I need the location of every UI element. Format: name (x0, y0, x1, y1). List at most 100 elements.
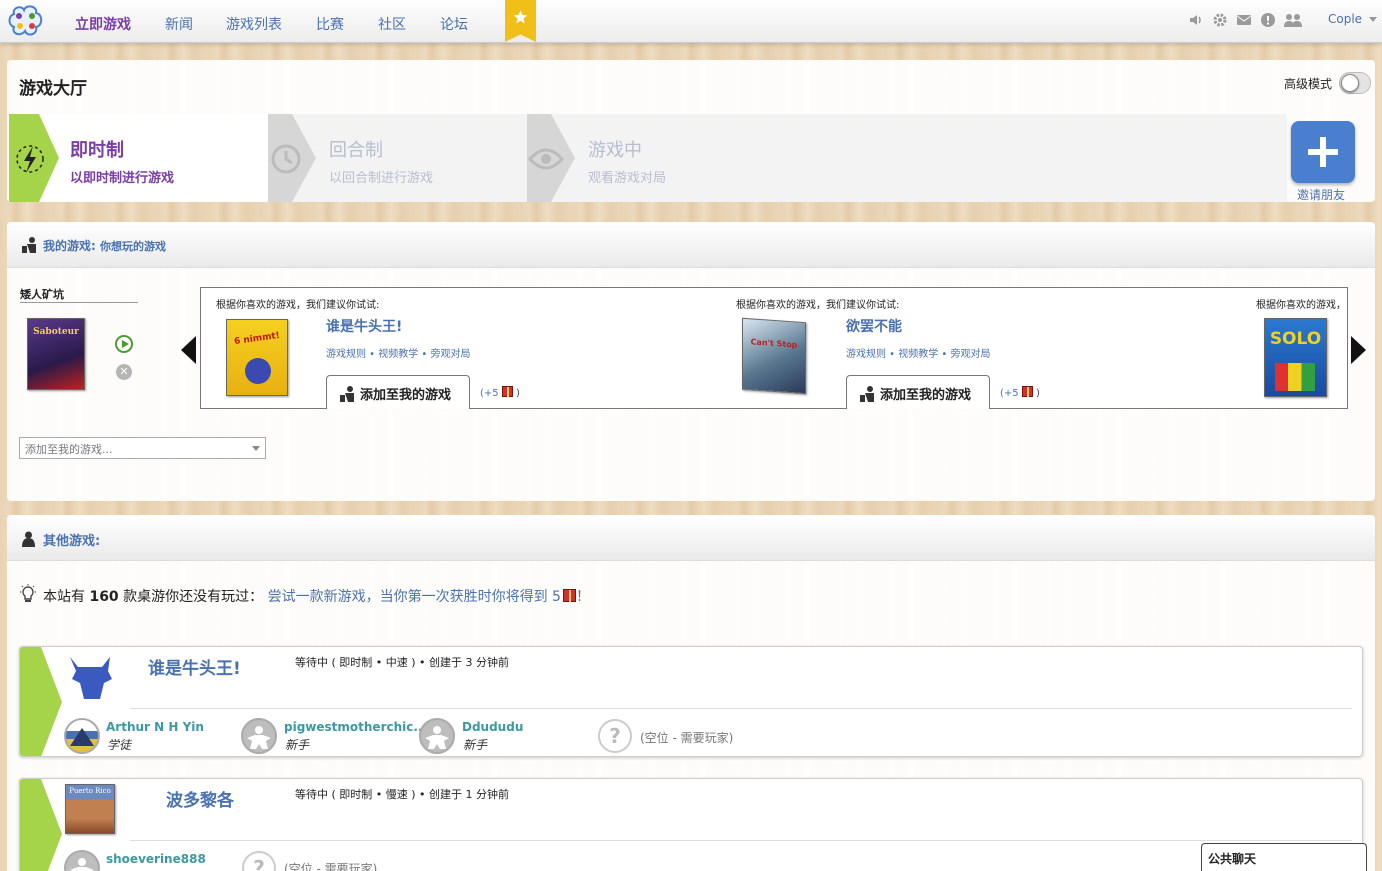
divider (130, 708, 1352, 709)
player-rank: 新手 (463, 738, 488, 752)
nimmt-game-box[interactable]: 6 nimmt! (226, 319, 288, 396)
carousel-prev-arrow[interactable] (181, 336, 196, 364)
divider (20, 302, 138, 303)
mode-title: 游戏中 (588, 140, 642, 161)
tip-count: 160 (89, 589, 119, 605)
player-avatar[interactable] (241, 718, 277, 754)
mode-turnbased-tab[interactable]: 回合制 以回合制进行游戏 (268, 114, 528, 202)
site-logo-icon[interactable] (8, 4, 44, 38)
remove-game-button[interactable]: ✕ (116, 364, 132, 380)
gift-icon (501, 386, 513, 397)
mode-title: 即时制 (70, 140, 124, 161)
advanced-mode-toggle[interactable] (1339, 72, 1371, 94)
nav-community[interactable]: 社区 (378, 14, 406, 34)
waiting-game-name[interactable]: 矮人矿坑 (20, 286, 64, 302)
info-icon[interactable] (1260, 12, 1276, 28)
my-games-subtitle: 你想玩的游戏 (100, 240, 166, 253)
suggestion-intro: 根据你喜欢的游戏，我们建议你试试: (216, 300, 380, 311)
other-games-title: 其他游戏: (43, 534, 101, 549)
top-navigation-bar (0, 0, 1382, 43)
sound-icon[interactable] (1188, 12, 1204, 28)
gift-icon (562, 589, 576, 602)
toggle-knob (1341, 74, 1359, 92)
bull-icon (245, 358, 271, 384)
player-rank: 新手 (285, 738, 310, 752)
player-avatar[interactable] (419, 718, 455, 754)
public-chat-tab[interactable]: 公共聊天 (1201, 843, 1367, 871)
table-status: 等待中 ( 即时制 • 慢速 ) • 创建于 1 分钟前 (295, 788, 510, 801)
mode-title: 回合制 (329, 140, 383, 161)
player-name[interactable]: Ddududu (462, 720, 523, 734)
cant-stop-game-box[interactable]: Can't Stop (742, 317, 806, 395)
eye-icon (528, 148, 564, 170)
player-name[interactable]: pigwestmotherchic... (284, 720, 427, 734)
add-button-label: 添加至我的游戏 (880, 388, 972, 403)
tip-prefix: 本站有 (43, 589, 85, 605)
carousel-next-arrow[interactable] (1351, 336, 1366, 364)
suggestion-intro: 根据你喜欢的游戏，我们建议你试试: (736, 300, 900, 311)
table-status: 等待中 ( 即时制 • 中速 ) • 创建于 3 分钟前 (295, 656, 510, 669)
game-box-title: SOLO (1269, 329, 1322, 349)
username: Cople (1328, 12, 1363, 26)
puerto-rico-game-icon[interactable]: Puerto Rico (65, 784, 115, 834)
mode-spectate-tab[interactable]: 游戏中 观看游戏对局 (527, 114, 1287, 202)
mail-icon[interactable] (1236, 12, 1252, 28)
try-new-game-link[interactable]: 尝试一款新游戏，当你第一次获胜时你将得到 5 ！ (268, 589, 590, 605)
suggestion-title[interactable]: 谁是牛头王! (326, 316, 402, 336)
add-to-my-games-button[interactable]: 添加至我的游戏 (846, 375, 990, 409)
nav-news[interactable]: 新闻 (165, 14, 193, 34)
suggestion-intro: 根据你喜欢的游戏， (1256, 300, 1346, 311)
other-games-header (7, 515, 1375, 561)
invite-friends-label[interactable]: 邀请朋友 (1297, 186, 1345, 203)
nav-tournaments[interactable]: 比赛 (316, 14, 344, 34)
meeple-icon (247, 726, 271, 749)
player-name[interactable]: shoeverine888 (106, 852, 206, 866)
invite-friends-button[interactable] (1291, 121, 1355, 183)
my-games-title: 我的游戏: 你想玩的游戏 (43, 237, 166, 254)
lightbulb-icon (20, 584, 36, 602)
add-to-my-games-button[interactable]: 添加至我的游戏 (326, 375, 470, 409)
gift-icon (1021, 386, 1033, 397)
empty-seat-label: (空位 - 需要玩家) (284, 862, 378, 871)
bull-icon (70, 657, 112, 699)
meeple-hand-icon (340, 386, 354, 402)
question-icon[interactable]: ? (598, 719, 632, 753)
my-games-header (7, 222, 1375, 268)
suggestion-links[interactable]: 游戏规则 • 视频教学 • 旁观对局 (846, 345, 991, 360)
page-title: 游戏大厅 (19, 79, 87, 99)
mode-realtime-tab[interactable]: 即时制 以即时制进行游戏 (9, 114, 268, 202)
nav-game-list[interactable]: 游戏列表 (226, 14, 282, 34)
nimmt-game-icon[interactable] (64, 653, 116, 703)
table-chevron (20, 647, 62, 756)
divider (130, 840, 1352, 841)
bonus-reward: (+5 ) (480, 386, 520, 399)
bonus-reward: (+5 ) (1000, 386, 1040, 399)
game-name[interactable]: 谁是牛头王! (148, 654, 241, 679)
clock-icon (271, 144, 301, 174)
suggestion-links[interactable]: 游戏规则 • 视频教学 • 旁观对局 (326, 345, 471, 360)
nav-play-now[interactable]: 立即游戏 (75, 14, 131, 34)
meeple-icon (425, 726, 449, 749)
bonus-close: ) (1036, 388, 1040, 399)
player-avatar[interactable] (64, 718, 100, 754)
table-chevron (20, 779, 62, 871)
saboteur-game-box[interactable]: Saboteur (27, 318, 85, 390)
settings-icon[interactable] (1212, 12, 1228, 28)
suggestion-title[interactable]: 欲罢不能 (846, 316, 902, 336)
bonus-text: (+5 (1000, 388, 1019, 399)
play-game-button[interactable] (115, 335, 133, 353)
add-game-select[interactable]: 添加至我的游戏... (19, 437, 266, 459)
advanced-mode-label: 高级模式 (1284, 77, 1333, 91)
game-name[interactable]: 波多黎各 (166, 786, 234, 811)
mode-subtitle: 以即时制进行游戏 (70, 171, 175, 186)
bonus-close: ) (516, 388, 520, 399)
meeple-hand-icon (860, 386, 874, 402)
new-game-tip: 本站有 160 款桌游你还没有玩过： 尝试一款新游戏，当你第一次获胜时你将得到 … (43, 586, 590, 606)
solo-game-box[interactable]: SOLO (1264, 318, 1327, 397)
meeple-hand-icon (22, 237, 36, 253)
nav-forum[interactable]: 论坛 (440, 14, 468, 34)
player-rank: 学徒 (107, 738, 132, 752)
player-name[interactable]: Arthur N H Yin (106, 720, 204, 734)
user-menu[interactable]: Cople (1328, 12, 1377, 26)
friends-icon[interactable] (1283, 12, 1303, 28)
